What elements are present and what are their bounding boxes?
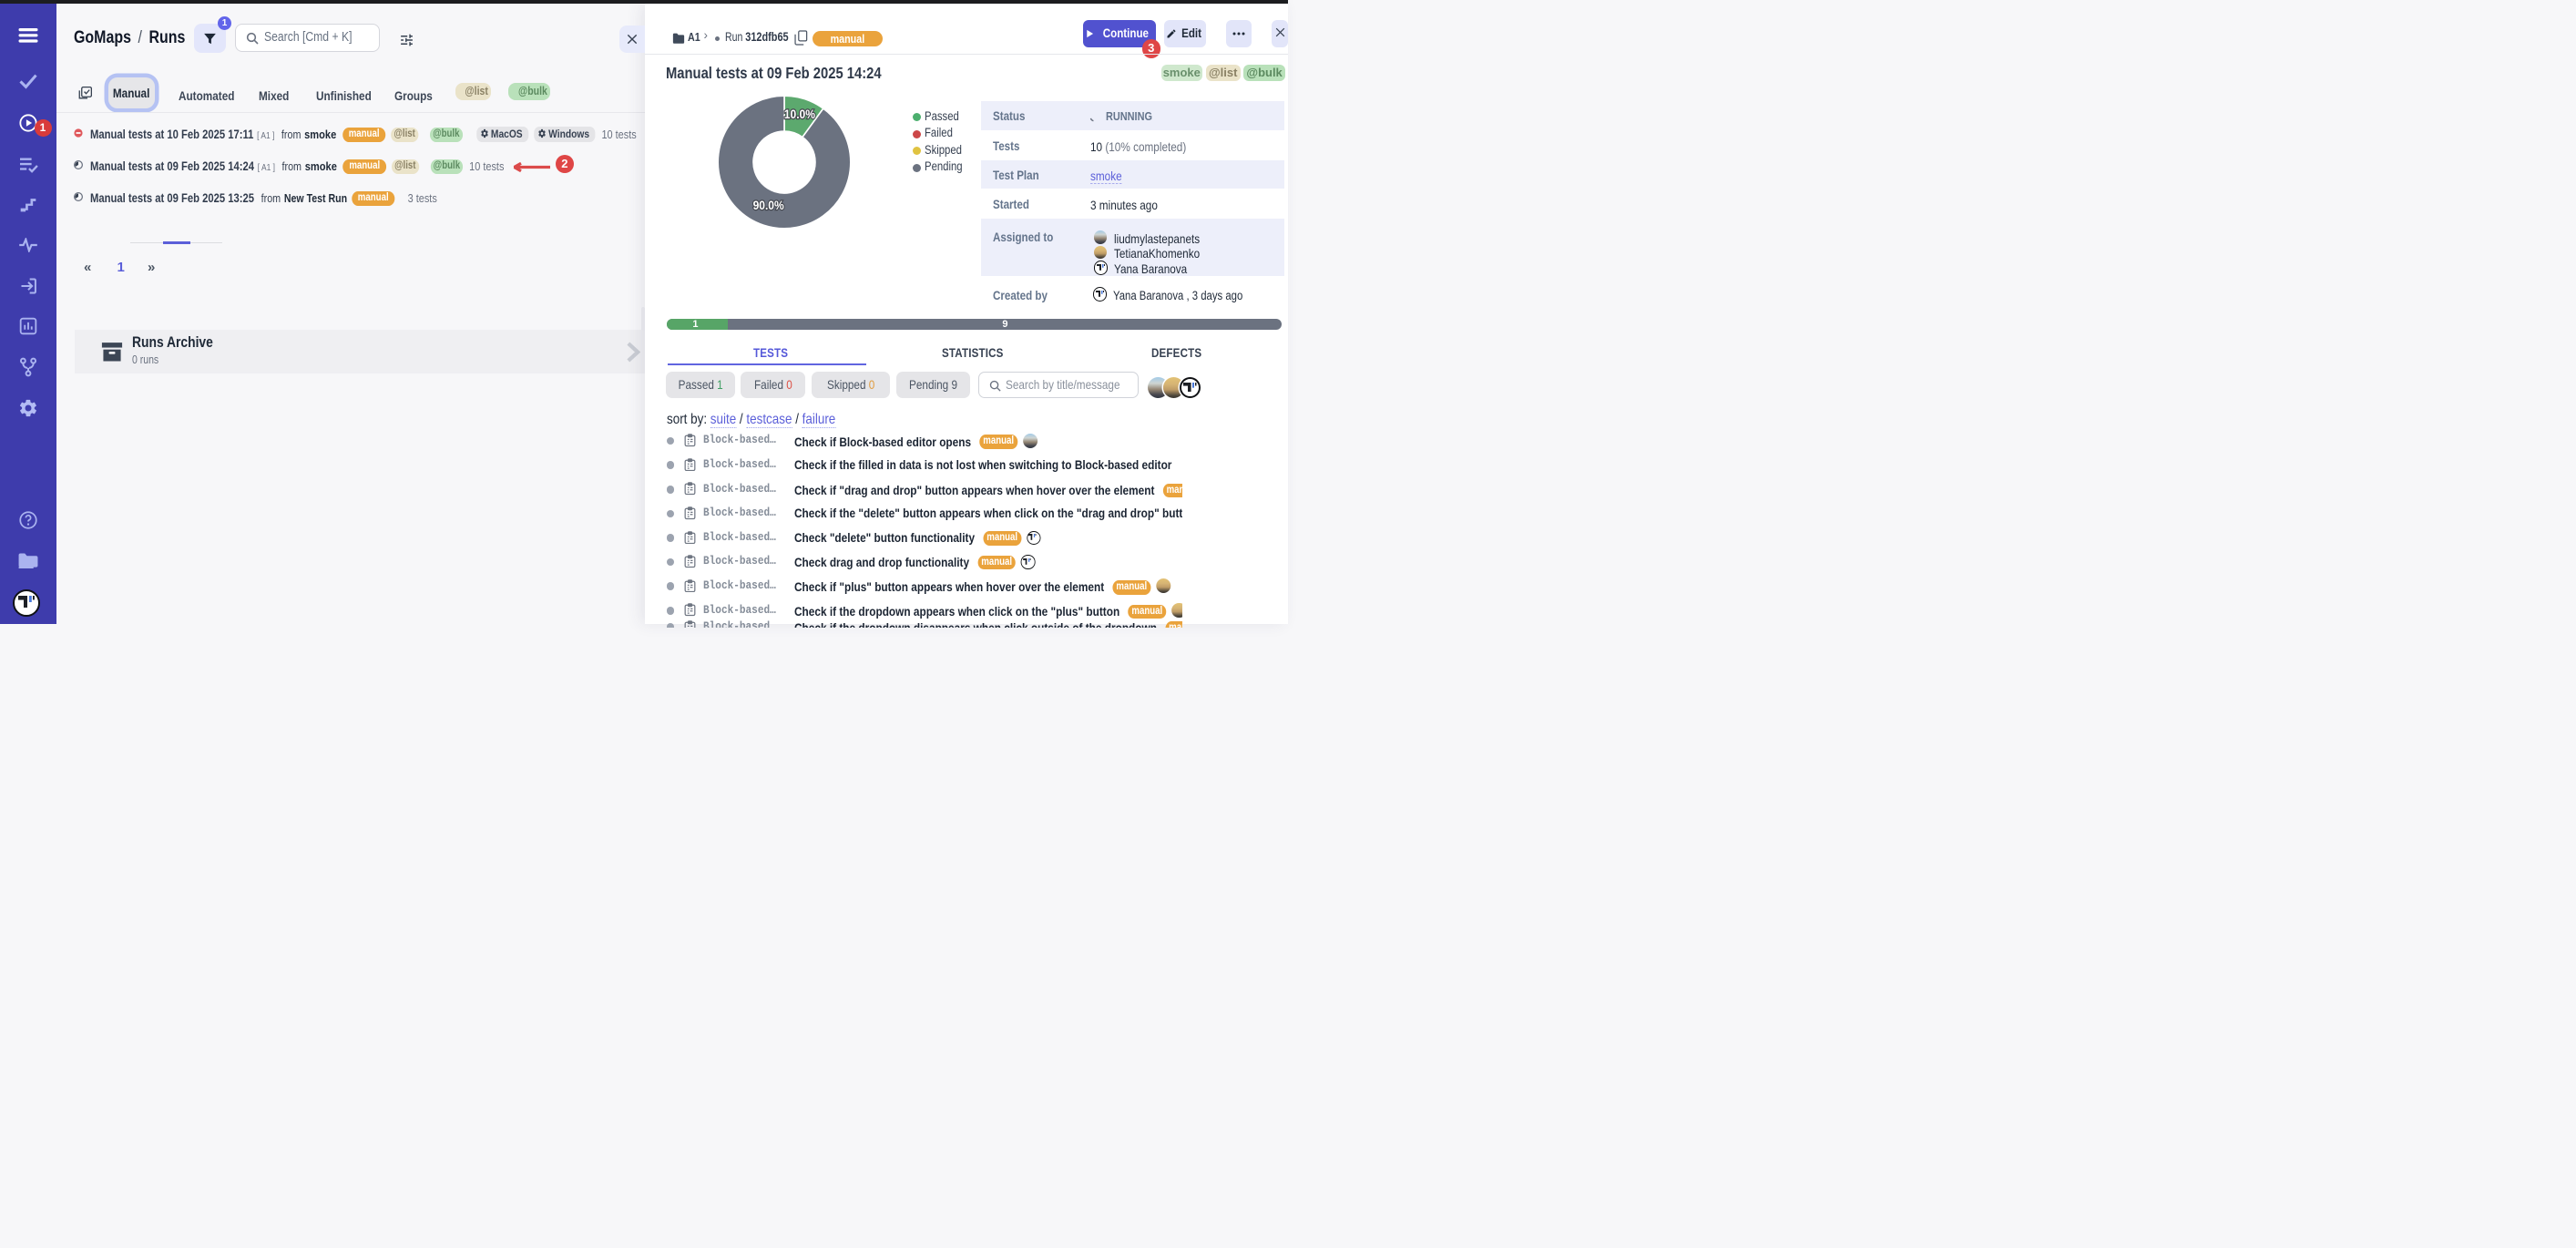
svg-text:10.0%: 10.0% [784,107,815,122]
svg-text:90.0%: 90.0% [753,199,784,213]
